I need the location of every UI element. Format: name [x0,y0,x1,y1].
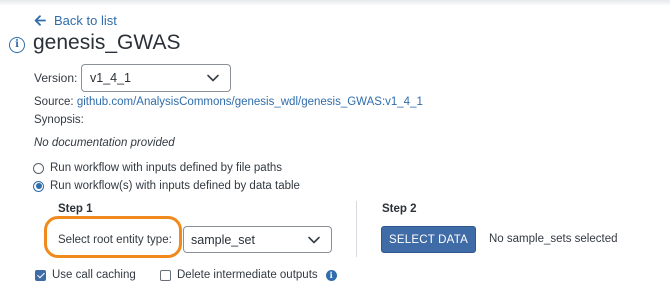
radio-label: Run workflow with inputs defined by file… [50,162,283,174]
delete-intermediate-checkbox[interactable] [160,269,171,281]
version-row: Version: [34,64,77,92]
version-value: v1_4_1 [90,71,132,85]
delete-intermediate-option[interactable]: Delete intermediate outputs i [160,268,337,282]
synopsis-label: Synopsis: [34,114,84,126]
radio-button[interactable] [33,162,44,174]
top-shadow [0,0,670,6]
use-call-caching-option[interactable]: Use call caching [35,268,136,282]
source-link[interactable]: github.com/AnalysisCommons/genesis_wdl/g… [77,96,423,108]
info-filled-icon[interactable]: i [325,269,337,281]
root-entity-value: sample_set [191,232,255,247]
use-call-caching-label: Use call caching [52,269,136,281]
source-row: Source: github.com/AnalysisCommons/genes… [34,96,423,108]
back-to-list-link[interactable]: Back to list [34,12,117,28]
chevron-down-icon [207,74,219,82]
step2-heading: Step 2 [382,203,417,215]
version-select[interactable]: v1_4_1 [81,64,231,92]
step-divider [356,201,357,257]
chevron-down-icon [308,236,320,243]
arrow-left-icon [34,14,46,26]
radio-button-selected[interactable] [33,180,44,192]
radio-file-paths[interactable]: Run workflow with inputs defined by file… [33,161,282,175]
radio-label: Run workflow(s) with inputs defined by d… [50,180,300,192]
highlight-annotation [44,216,182,258]
delete-intermediate-label: Delete intermediate outputs [177,269,318,281]
root-entity-select[interactable]: sample_set [183,226,332,253]
documentation-text: No documentation provided [34,137,175,149]
back-link-label: Back to list [54,12,117,28]
use-call-caching-checkbox[interactable] [35,269,46,281]
radio-data-table[interactable]: Run workflow(s) with inputs defined by d… [33,179,300,193]
page-title: genesis_GWAS [33,31,181,54]
select-data-button[interactable]: SELECT DATA [381,226,476,253]
info-icon[interactable]: i [9,37,25,53]
version-label: Version: [34,71,78,85]
selection-status: No sample_sets selected [489,233,618,245]
source-label: Source: [34,96,74,108]
step1-heading: Step 1 [58,203,93,215]
